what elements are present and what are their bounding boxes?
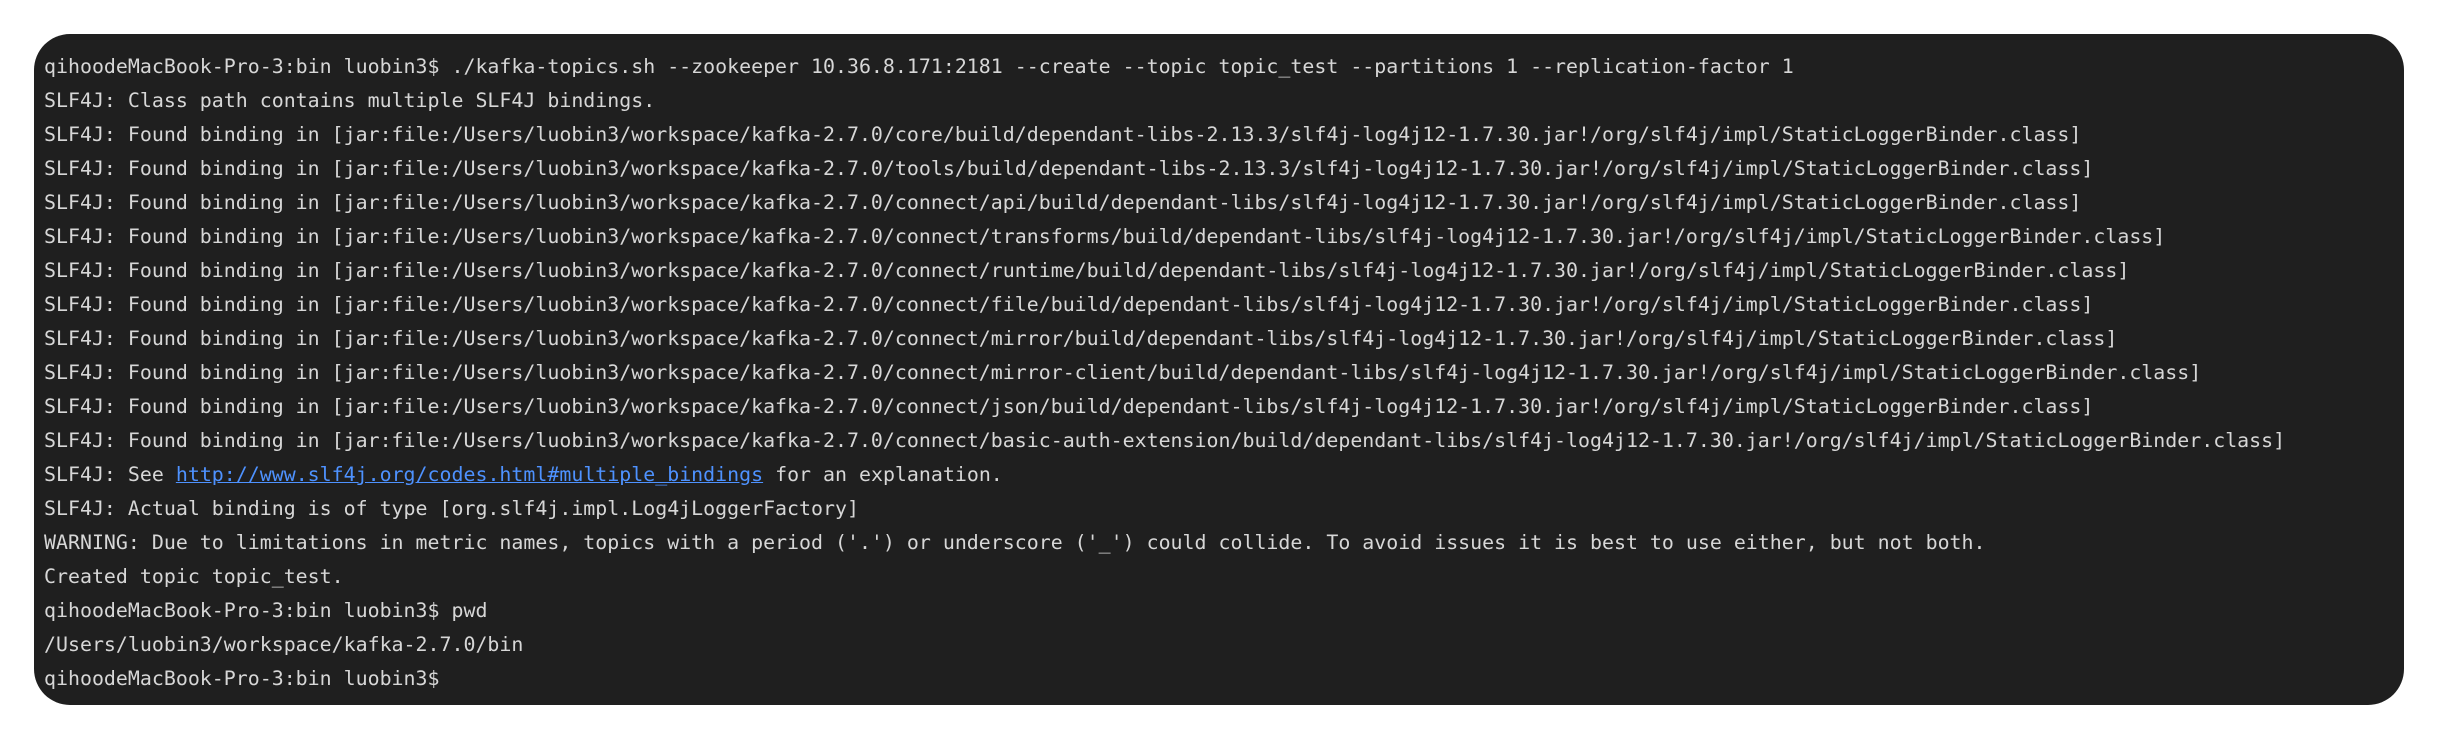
command-line: qihoodeMacBook-Pro-3:bin luobin3$ ./kafk… bbox=[44, 55, 1794, 78]
output-line: SLF4J: Found binding in [jar:file:/Users… bbox=[44, 293, 2094, 316]
warning-line: WARNING: Due to limitations in metric na… bbox=[44, 531, 1986, 554]
output-line: /Users/luobin3/workspace/kafka-2.7.0/bin bbox=[44, 633, 524, 656]
output-line: SLF4J: Found binding in [jar:file:/Users… bbox=[44, 191, 2082, 214]
command-line: qihoodeMacBook-Pro-3:bin luobin3$ pwd bbox=[44, 599, 488, 622]
terminal-window[interactable]: qihoodeMacBook-Pro-3:bin luobin3$ ./kafk… bbox=[34, 34, 2404, 705]
output-line: SLF4J: Class path contains multiple SLF4… bbox=[44, 89, 656, 112]
output-line: SLF4J: Actual binding is of type [org.sl… bbox=[44, 497, 859, 520]
output-line: SLF4J: Found binding in [jar:file:/Users… bbox=[44, 395, 2094, 418]
see-suffix: for an explanation. bbox=[763, 463, 1003, 486]
output-line: SLF4J: Found binding in [jar:file:/Users… bbox=[44, 259, 2130, 282]
output-line-see: SLF4J: See http://www.slf4j.org/codes.ht… bbox=[44, 458, 2404, 492]
prompt-line[interactable]: qihoodeMacBook-Pro-3:bin luobin3$ bbox=[44, 662, 2404, 696]
output-line: SLF4J: Found binding in [jar:file:/Users… bbox=[44, 123, 2082, 146]
output-line: Created topic topic_test. bbox=[44, 565, 344, 588]
output-line: SLF4J: Found binding in [jar:file:/Users… bbox=[44, 327, 2118, 350]
output-line: SLF4J: Found binding in [jar:file:/Users… bbox=[44, 157, 2094, 180]
output-line: SLF4J: Found binding in [jar:file:/Users… bbox=[44, 225, 2166, 248]
bindings-link[interactable]: http://www.slf4j.org/codes.html#multiple… bbox=[176, 463, 763, 486]
see-prefix: SLF4J: See bbox=[44, 463, 176, 486]
output-line: SLF4J: Found binding in [jar:file:/Users… bbox=[44, 429, 2286, 452]
output-line: SLF4J: Found binding in [jar:file:/Users… bbox=[44, 361, 2202, 384]
